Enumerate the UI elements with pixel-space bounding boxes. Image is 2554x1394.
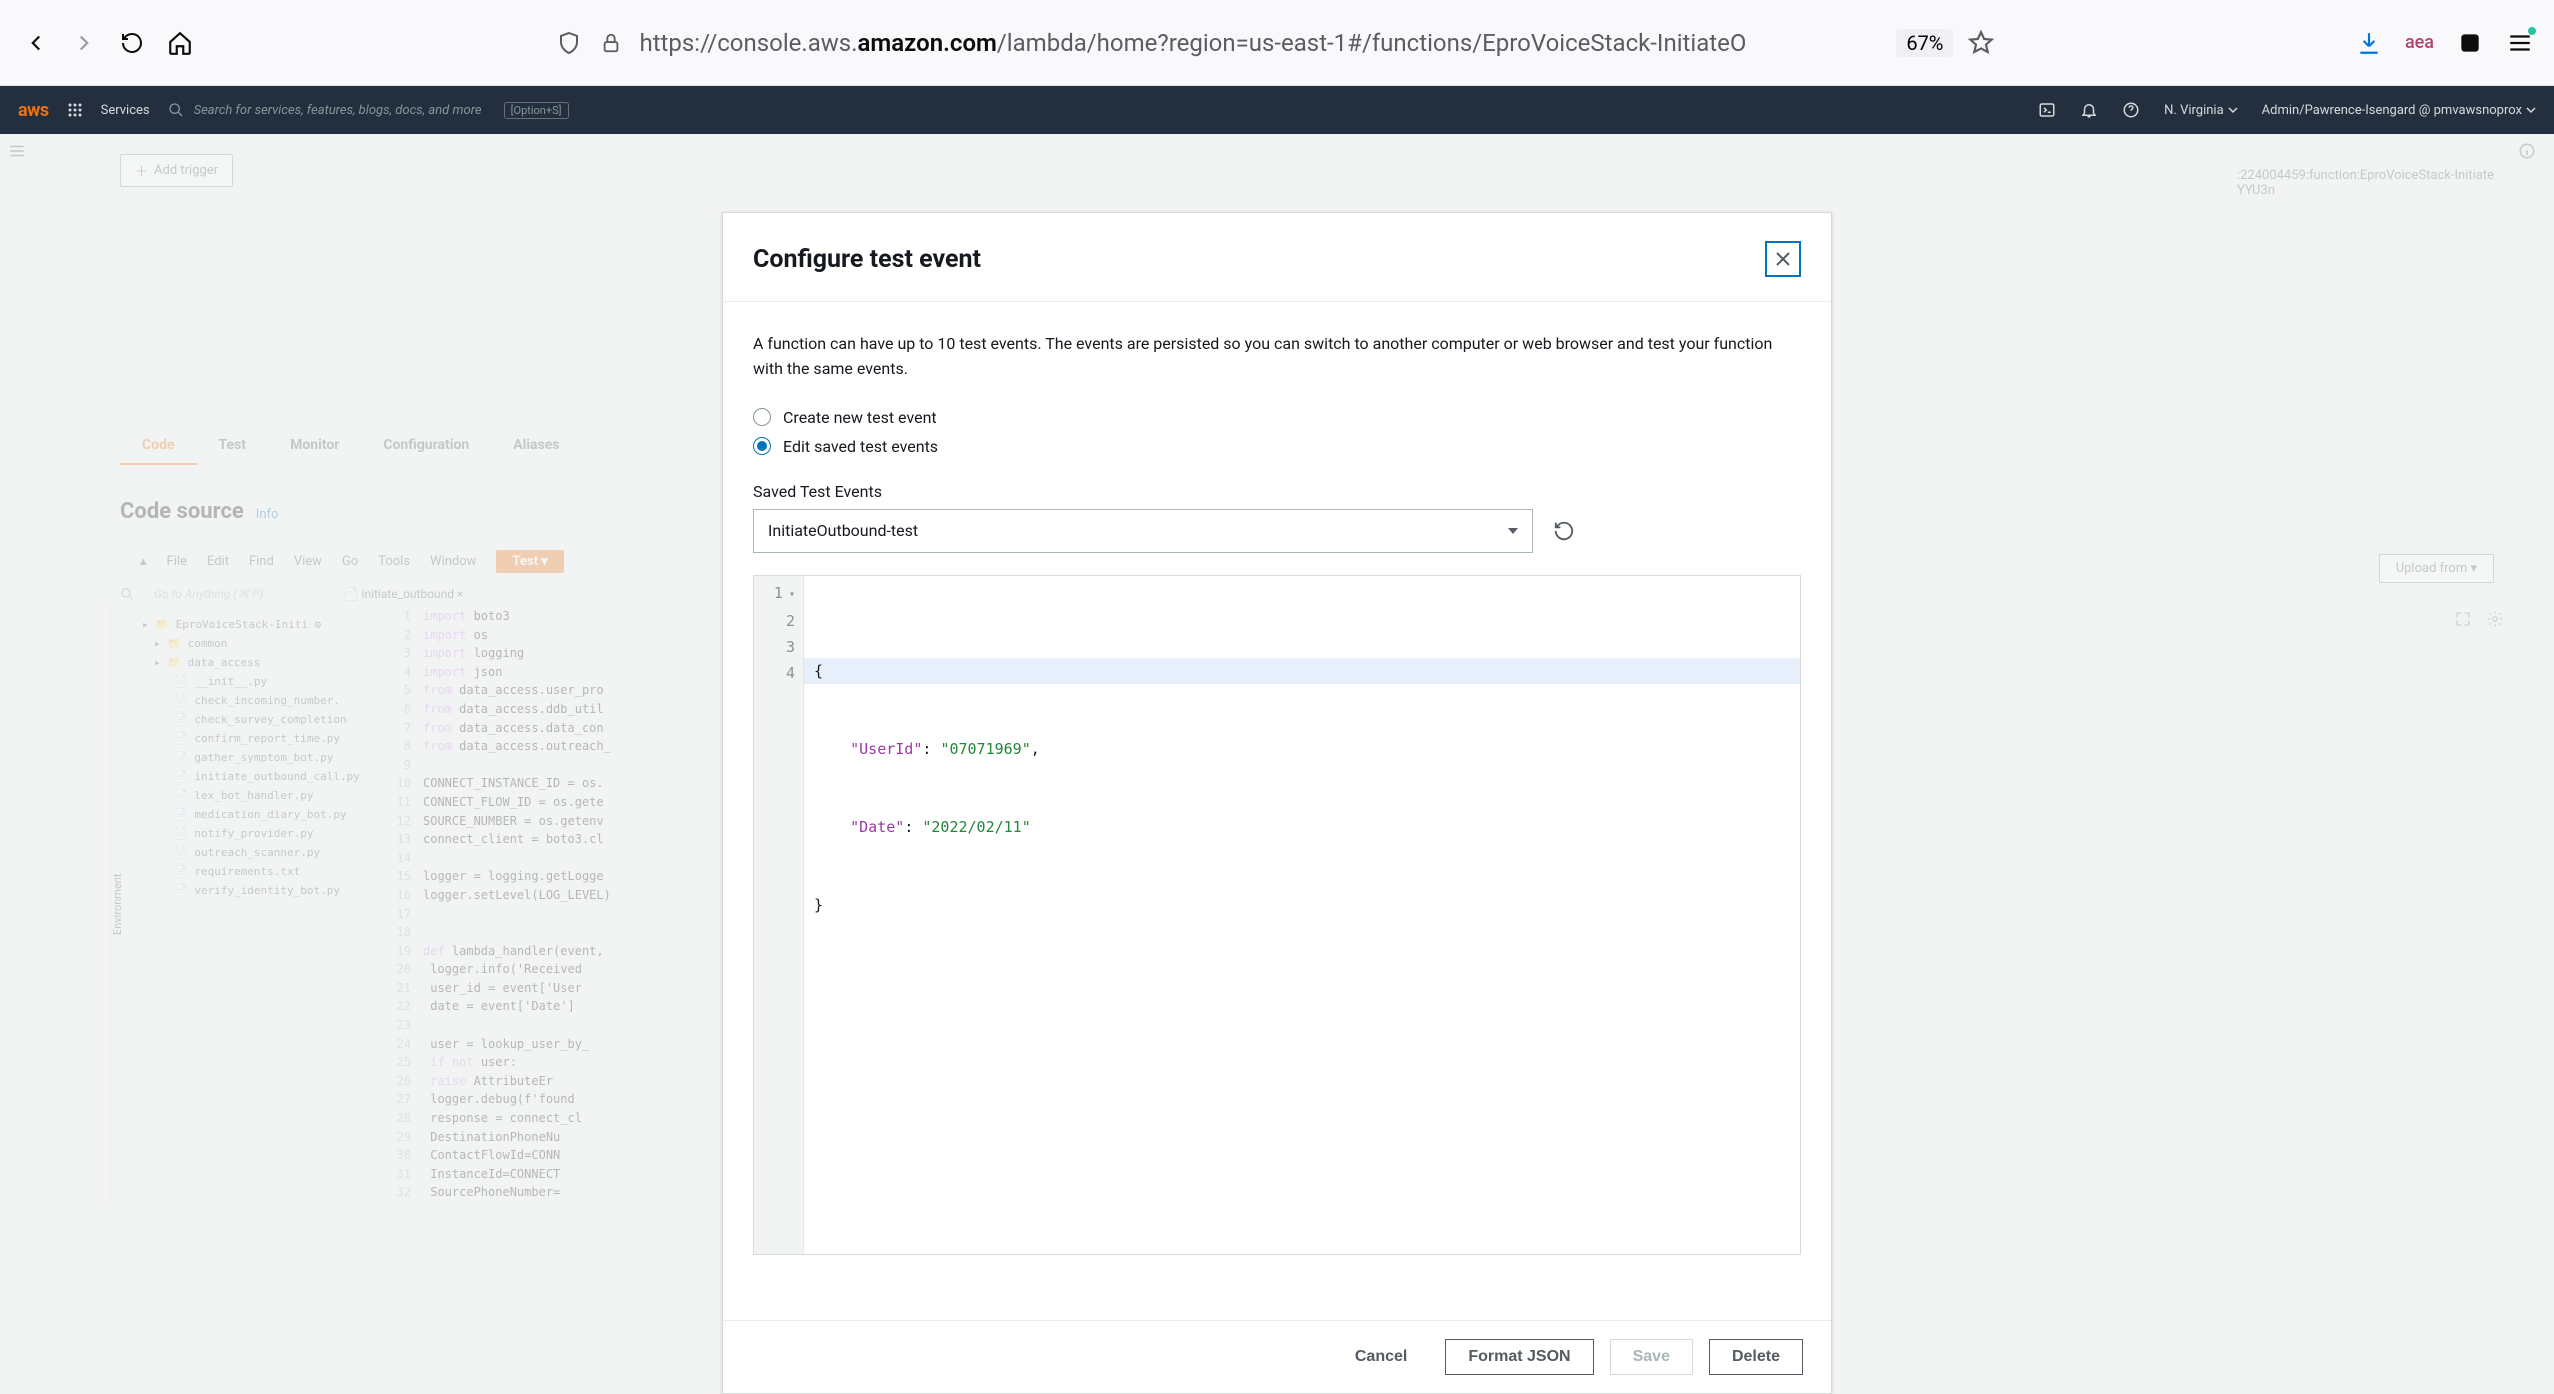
aws-search-input[interactable]: Search for services, features, blogs, do… bbox=[168, 102, 688, 119]
selected-event-value: InitiateOutbound-test bbox=[768, 521, 918, 540]
add-trigger-button: ＋ Add trigger bbox=[120, 154, 233, 187]
region-selector[interactable]: N. Virginia bbox=[2164, 103, 2238, 118]
delete-button[interactable]: Delete bbox=[1709, 1339, 1803, 1375]
json-line-1: { bbox=[814, 662, 823, 680]
side-panel-toggle-icon bbox=[8, 142, 26, 160]
radio-edit-label: Edit saved test events bbox=[783, 437, 938, 456]
account-selector[interactable]: Admin/Pawrence-Isengard @ pmvawsnoprox bbox=[2262, 103, 2536, 118]
format-json-button[interactable]: Format JSON bbox=[1445, 1339, 1593, 1375]
cancel-button[interactable]: Cancel bbox=[1333, 1339, 1429, 1375]
url-domain: amazon.com bbox=[858, 29, 997, 57]
radio-edit-saved[interactable]: Edit saved test events bbox=[753, 437, 1801, 456]
arn-text-1: :224004459:function:EproVoiceStack-Initi… bbox=[2237, 168, 2494, 183]
hamburger-menu-icon[interactable] bbox=[2506, 29, 2534, 57]
lock-icon[interactable] bbox=[597, 29, 625, 57]
bookmark-star-icon[interactable] bbox=[1967, 29, 1995, 57]
cloudshell-icon[interactable] bbox=[2038, 101, 2056, 119]
json-line-4: } bbox=[814, 896, 823, 914]
arn-text-2: YYU3n bbox=[2237, 183, 2494, 198]
profile-badge[interactable]: aea bbox=[2405, 32, 2434, 53]
nav-forward-button[interactable] bbox=[68, 27, 100, 59]
chevron-down-icon bbox=[2526, 105, 2536, 115]
chevron-down-icon bbox=[2228, 105, 2238, 115]
aws-top-nav: aws Services Search for services, featur… bbox=[0, 86, 2554, 134]
browser-toolbar: https://console.aws.amazon.com/lambda/ho… bbox=[0, 0, 2554, 86]
notifications-icon[interactable] bbox=[2080, 101, 2098, 119]
radio-icon bbox=[753, 408, 771, 426]
nav-reload-button[interactable] bbox=[116, 27, 148, 59]
help-icon[interactable] bbox=[2122, 101, 2140, 119]
modal-title: Configure test event bbox=[753, 245, 981, 274]
close-button[interactable] bbox=[1765, 241, 1801, 277]
region-label: N. Virginia bbox=[2164, 103, 2224, 118]
download-icon[interactable] bbox=[2355, 29, 2383, 57]
services-link[interactable]: Services bbox=[101, 103, 150, 118]
url-bar[interactable]: https://console.aws.amazon.com/lambda/ho… bbox=[555, 29, 1995, 57]
zoom-badge[interactable]: 67% bbox=[1896, 29, 1953, 57]
editor-gutter: 1 ▾ 2 3 4 bbox=[754, 576, 804, 1254]
search-icon bbox=[168, 102, 184, 118]
json-key-userid: "UserId" bbox=[850, 740, 922, 758]
saved-events-label: Saved Test Events bbox=[753, 482, 1801, 501]
save-button[interactable]: Save bbox=[1610, 1339, 1693, 1375]
url-prefix: https://console.aws. bbox=[639, 29, 857, 57]
radio-create-new[interactable]: Create new test event bbox=[753, 408, 1801, 427]
configure-test-event-modal: Configure test event A function can have… bbox=[722, 212, 1832, 1394]
aws-logo[interactable]: aws bbox=[18, 100, 49, 121]
search-shortcut: [Option+S] bbox=[504, 102, 569, 119]
extension-icon[interactable] bbox=[2456, 29, 2484, 57]
json-editor[interactable]: 1 ▾ 2 3 4 { "UserId": "07071969", "Date"… bbox=[753, 575, 1801, 1255]
shield-icon[interactable] bbox=[555, 29, 583, 57]
nav-home-button[interactable] bbox=[164, 27, 196, 59]
info-panel-toggle-icon bbox=[2518, 142, 2536, 160]
modal-footer: Cancel Format JSON Save Delete bbox=[723, 1320, 1831, 1393]
nav-back-button[interactable] bbox=[20, 27, 52, 59]
saved-event-select[interactable]: InitiateOutbound-test bbox=[753, 509, 1533, 553]
radio-create-label: Create new test event bbox=[783, 408, 937, 427]
url-path: /lambda/home?region=us-east-1#/functions… bbox=[997, 29, 1747, 57]
browser-right-icons: aea bbox=[2355, 29, 2534, 57]
json-val-userid: "07071969" bbox=[940, 740, 1030, 758]
url-text: https://console.aws.amazon.com/lambda/ho… bbox=[639, 29, 1882, 57]
reload-events-button[interactable] bbox=[1553, 520, 1575, 542]
radio-icon bbox=[753, 437, 771, 455]
account-label: Admin/Pawrence-Isengard @ pmvawsnoprox bbox=[2262, 103, 2522, 118]
json-val-date: "2022/02/11" bbox=[922, 818, 1030, 836]
json-key-date: "Date" bbox=[850, 818, 904, 836]
close-icon bbox=[1775, 251, 1791, 267]
editor-code-area[interactable]: { "UserId": "07071969", "Date": "2022/02… bbox=[804, 576, 1800, 1254]
chevron-down-icon bbox=[1508, 528, 1518, 534]
modal-description: A function can have up to 10 test events… bbox=[753, 332, 1773, 382]
services-menu-icon[interactable] bbox=[67, 102, 83, 118]
modal-overlay: Configure test event A function can have… bbox=[0, 212, 2554, 1394]
search-placeholder: Search for services, features, blogs, do… bbox=[194, 103, 482, 118]
